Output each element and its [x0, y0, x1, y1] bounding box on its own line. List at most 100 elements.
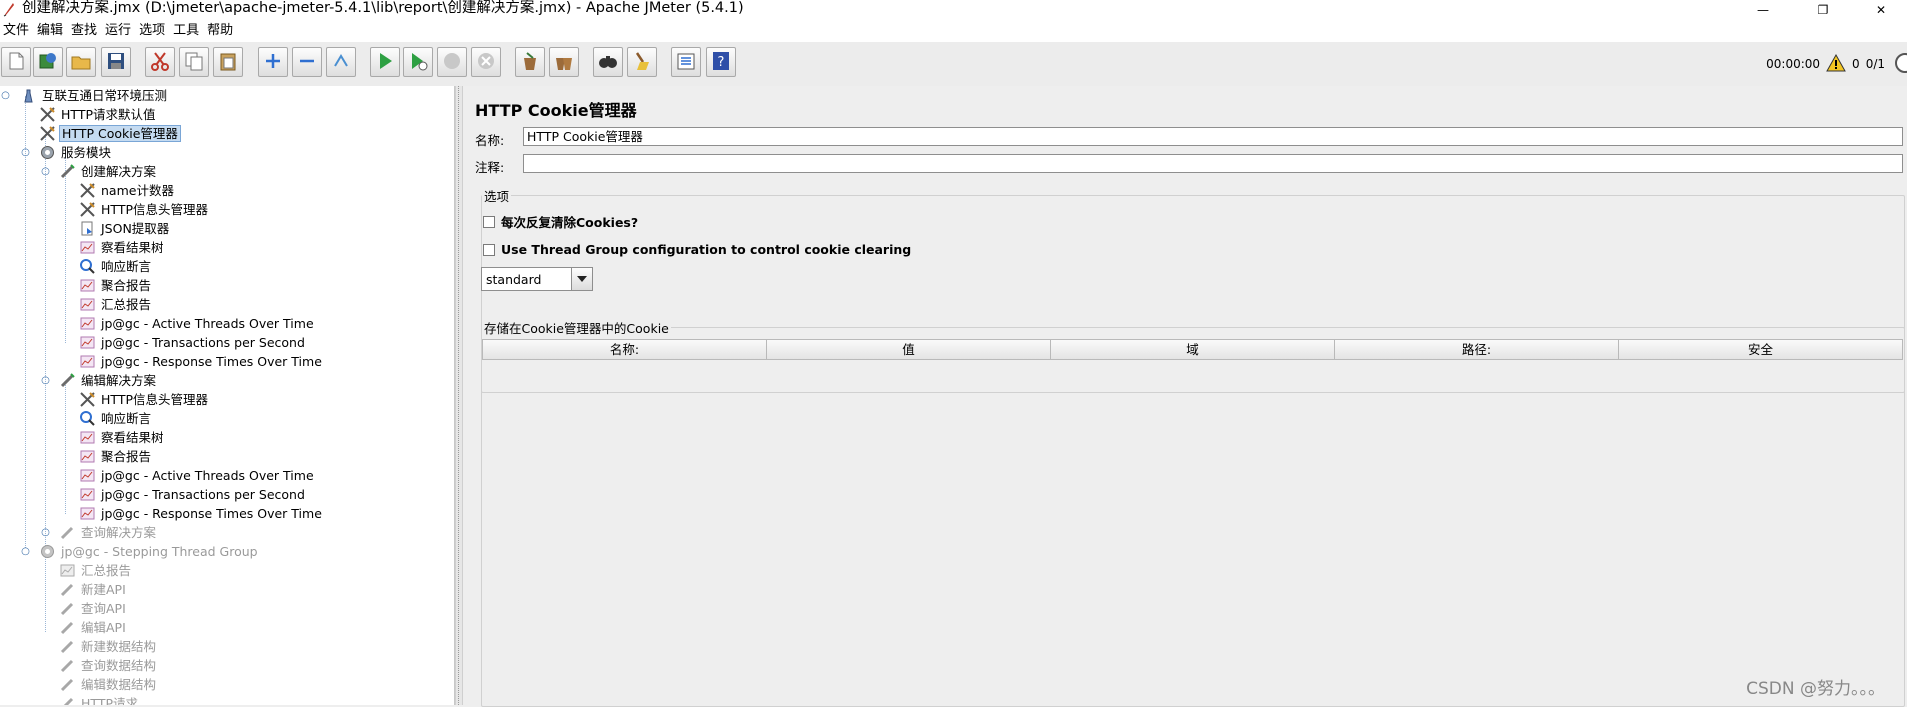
tree-node[interactable]: HTTP请求默认值: [37, 105, 158, 124]
tree-node-disabled[interactable]: 汇总报告: [57, 561, 133, 580]
shutdown-icon: [475, 50, 497, 75]
start-button[interactable]: [370, 47, 400, 77]
stop-button[interactable]: [437, 47, 467, 77]
tree-node[interactable]: HTTP信息头管理器: [77, 200, 210, 219]
expand-handle[interactable]: ○: [41, 528, 50, 538]
function-helper-button[interactable]: [671, 47, 701, 77]
expand-handle[interactable]: ○: [21, 547, 30, 557]
tree-node[interactable]: jp@gc - Active Threads Over Time: [77, 466, 316, 485]
tree-node-disabled[interactable]: HTTP请求: [57, 694, 140, 705]
copy-button[interactable]: [179, 47, 209, 77]
tree-node[interactable]: 察看结果树: [77, 428, 166, 447]
column-header-name[interactable]: 名称:: [482, 339, 767, 360]
listener-icon: [77, 314, 97, 333]
tree-node[interactable]: jp@gc - Active Threads Over Time: [77, 314, 316, 333]
cookie-policy-value: standard: [486, 272, 542, 287]
expand-handle[interactable]: ○: [41, 167, 50, 177]
tree-node-disabled[interactable]: 编辑API: [57, 618, 128, 637]
column-header-path[interactable]: 路径:: [1335, 339, 1619, 360]
reset-search-icon: [631, 50, 653, 75]
templates-button[interactable]: [33, 47, 63, 77]
listener-icon: [77, 295, 97, 314]
start-no-pauses-button[interactable]: [403, 47, 433, 77]
expand-handle[interactable]: ○: [1, 91, 10, 101]
tree-node[interactable]: 响应断言: [77, 257, 153, 276]
new-button[interactable]: [1, 47, 31, 77]
menu-file[interactable]: 文件: [0, 20, 34, 42]
warning-icon[interactable]: [1826, 53, 1846, 75]
menu-search[interactable]: 查找: [68, 20, 102, 42]
listener-icon: [77, 428, 97, 447]
close-button[interactable]: ✕: [1858, 0, 1904, 20]
toggle-button[interactable]: [326, 47, 356, 77]
cut-button[interactable]: [145, 47, 175, 77]
tree-node[interactable]: jp@gc - Transactions per Second: [77, 485, 307, 504]
tree-node-disabled[interactable]: 查询API: [57, 599, 128, 618]
clear-button[interactable]: [515, 47, 545, 77]
clear-each-iteration-checkbox[interactable]: [483, 215, 495, 228]
save-button[interactable]: [101, 47, 131, 77]
expand-handle[interactable]: ○: [21, 148, 30, 158]
tree-node[interactable]: jp@gc - Transactions per Second: [77, 333, 307, 352]
tree-node[interactable]: jp@gc - Response Times Over Time: [77, 352, 324, 371]
tree-node-disabled[interactable]: 查询数据结构: [57, 656, 158, 675]
tree-node[interactable]: JSON提取器: [77, 219, 171, 238]
sampler-icon: [57, 371, 77, 390]
tree-node[interactable]: 创建解决方案: [57, 162, 158, 181]
test-plan-tree[interactable]: ○ ○ ○ ○ ○ ○ 互联互通日常环境压测 HTTP请求默认值 HTTP Co…: [0, 86, 455, 705]
collapse-all-button[interactable]: [292, 47, 322, 77]
elapsed-time: 00:00:00: [1766, 57, 1821, 71]
use-thread-group-checkbox[interactable]: [483, 243, 495, 256]
tree-node-disabled[interactable]: 新建数据结构: [57, 637, 158, 656]
cookie-policy-select[interactable]: standard: [481, 267, 593, 291]
chevron-down-icon[interactable]: [571, 268, 592, 290]
tree-node[interactable]: 聚合报告: [77, 276, 153, 295]
tree-node-disabled[interactable]: jp@gc - Stepping Thread Group: [37, 542, 260, 561]
use-thread-group-option[interactable]: Use Thread Group configuration to contro…: [483, 242, 911, 257]
expand-all-button[interactable]: [258, 47, 288, 77]
column-header-secure[interactable]: 安全: [1619, 339, 1903, 360]
name-field[interactable]: HTTP Cookie管理器: [523, 127, 1903, 146]
shutdown-button[interactable]: [471, 47, 501, 77]
menu-tools[interactable]: 工具: [170, 20, 204, 42]
help-icon: ?: [710, 50, 732, 75]
column-header-domain[interactable]: 域: [1051, 339, 1335, 360]
tree-node[interactable]: 响应断言: [77, 409, 153, 428]
tree-node[interactable]: 服务模块: [37, 143, 113, 162]
tree-node-selected[interactable]: HTTP Cookie管理器: [37, 124, 181, 143]
menu-help[interactable]: 帮助: [204, 20, 238, 42]
tree-node[interactable]: 察看结果树: [77, 238, 166, 257]
menu-options[interactable]: 选项: [136, 20, 170, 42]
expand-handle[interactable]: ○: [41, 376, 50, 386]
clear-all-button[interactable]: [549, 47, 579, 77]
split-pane-divider[interactable]: [455, 86, 463, 705]
maximize-button[interactable]: ❐: [1800, 0, 1846, 20]
tree-node[interactable]: 编辑解决方案: [57, 371, 158, 390]
comment-field[interactable]: [523, 154, 1903, 173]
sampler-icon: [57, 599, 77, 618]
tree-node[interactable]: name计数器: [77, 181, 176, 200]
tree-node[interactable]: 聚合报告: [77, 447, 153, 466]
menu-bar: 文件 编辑 查找 运行 选项 工具 帮助: [0, 20, 1907, 42]
menu-edit[interactable]: 编辑: [34, 20, 68, 42]
listener-icon: [77, 485, 97, 504]
config-icon: [77, 200, 97, 219]
tree-node-disabled[interactable]: 编辑数据结构: [57, 675, 158, 694]
clear-each-iteration-option[interactable]: 每次反复清除Cookies?: [483, 212, 638, 231]
tree-node-test-plan[interactable]: 互联互通日常环境压测: [18, 86, 169, 105]
column-header-value[interactable]: 值: [767, 339, 1051, 360]
menu-run[interactable]: 运行: [102, 20, 136, 42]
name-label: 名称:: [475, 133, 505, 148]
paste-button[interactable]: [213, 47, 243, 77]
minimize-button[interactable]: —: [1740, 0, 1786, 20]
tree-node-disabled[interactable]: 新建API: [57, 580, 128, 599]
open-button[interactable]: [66, 47, 96, 77]
reset-search-button[interactable]: [627, 47, 657, 77]
help-button[interactable]: ?: [706, 47, 736, 77]
tree-node[interactable]: HTTP信息头管理器: [77, 390, 210, 409]
tree-node[interactable]: jp@gc - Response Times Over Time: [77, 504, 324, 523]
search-button[interactable]: [593, 47, 623, 77]
tree-node[interactable]: 汇总报告: [77, 295, 153, 314]
tree-guide-line: [65, 381, 66, 514]
tree-node-disabled[interactable]: 查询解决方案: [57, 523, 158, 542]
